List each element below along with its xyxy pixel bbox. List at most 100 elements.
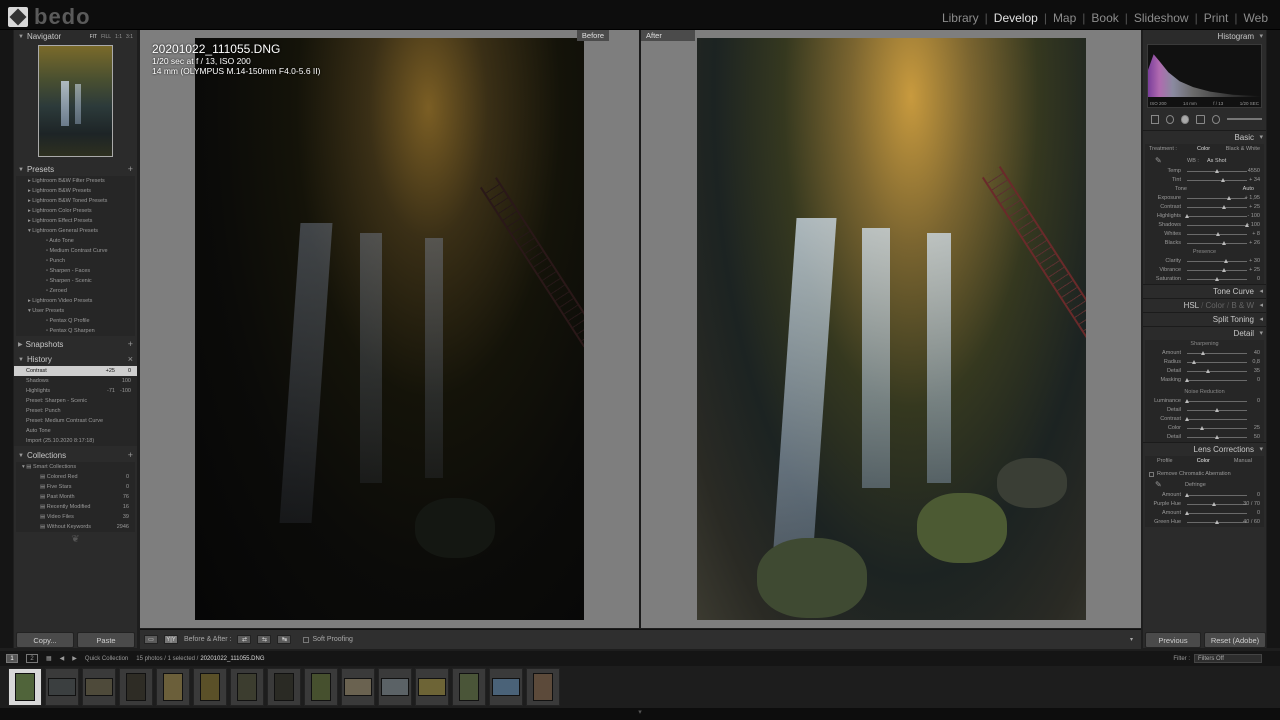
preset-item[interactable]: ▫ Medium Contrast Curve <box>16 246 135 256</box>
collection-item[interactable]: ▤ Recently Modified 16 <box>16 502 135 512</box>
slider-knob[interactable] <box>1226 196 1231 200</box>
slider-track[interactable] <box>1187 513 1247 514</box>
slider-knob[interactable] <box>1214 169 1219 173</box>
slider-value[interactable]: + 1,95 <box>1245 194 1260 203</box>
slider-value[interactable]: 4550 <box>1248 167 1260 176</box>
slider-track[interactable] <box>1187 198 1247 199</box>
slider-knob[interactable] <box>1223 259 1228 263</box>
after-pane[interactable]: After <box>641 30 1141 628</box>
module-book[interactable]: Book <box>1085 11 1124 25</box>
module-slideshow[interactable]: Slideshow <box>1128 11 1195 25</box>
after-photo[interactable] <box>697 38 1086 620</box>
history-step[interactable]: Preset: Medium Contrast Curve <box>14 416 137 426</box>
slider-track[interactable] <box>1187 419 1247 420</box>
collection-item[interactable]: ▤ Video Files 39 <box>16 512 135 522</box>
slider-value[interactable]: 0 <box>1257 275 1260 284</box>
crop-tool-icon[interactable] <box>1151 114 1160 124</box>
slider-track[interactable] <box>1187 207 1247 208</box>
filter-dropdown[interactable]: Filters Off <box>1194 654 1262 663</box>
hsl-bw-tab[interactable]: B & W <box>1231 301 1254 310</box>
preset-item[interactable]: ▸ Lightroom B&W Filter Presets <box>16 176 135 186</box>
swap-before-after-icon[interactable]: ↹ <box>277 635 292 644</box>
preset-item[interactable]: ▫ Pentax Q Sharpen <box>16 326 135 336</box>
before-photo[interactable] <box>195 38 584 620</box>
slider-knob[interactable] <box>1200 351 1205 355</box>
slider-knob[interactable] <box>1221 205 1226 209</box>
slider-track[interactable] <box>1187 270 1247 271</box>
history-step[interactable]: Auto Tone <box>14 426 137 436</box>
slider-knob[interactable] <box>1214 435 1219 439</box>
module-web[interactable]: Web <box>1238 11 1274 25</box>
slider-knob[interactable] <box>1184 378 1189 382</box>
source-label[interactable]: Quick Collection <box>85 656 128 662</box>
slider-track[interactable] <box>1187 225 1247 226</box>
histogram[interactable]: ISO 200 14 mm f / 13 1/20 SEC <box>1147 44 1262 108</box>
wb-value[interactable]: As Shot <box>1207 155 1226 167</box>
slider-value[interactable]: 0 <box>1257 509 1260 518</box>
slider-knob[interactable] <box>1199 426 1204 430</box>
slider-knob[interactable] <box>1222 241 1227 245</box>
split-toning-header[interactable]: Split Toning <box>1143 312 1266 327</box>
filmstrip-thumbnail[interactable] <box>415 668 449 706</box>
loupe-view-icon[interactable]: ▭ <box>144 635 158 644</box>
defringe-eyedropper-icon[interactable]: ✎ <box>1155 479 1162 491</box>
paste-button[interactable]: Paste <box>77 632 135 648</box>
add-preset-icon[interactable]: + <box>128 164 133 174</box>
add-snapshot-icon[interactable]: + <box>128 339 133 349</box>
preset-item[interactable]: ▸ Lightroom B&W Presets <box>16 186 135 196</box>
forward-arrow-icon[interactable]: ▶ <box>72 655 77 662</box>
presets-header[interactable]: ▼ Presets + <box>14 163 137 176</box>
history-step[interactable]: Preset: Punch <box>14 406 137 416</box>
window-2-button[interactable]: 2 <box>26 654 38 663</box>
tone-auto-button[interactable]: Auto <box>1243 185 1254 194</box>
slider-track[interactable] <box>1187 504 1247 505</box>
slider-value[interactable]: 0 <box>1257 397 1260 406</box>
copy-after-to-before-icon[interactable]: ⇆ <box>257 635 272 644</box>
slider-value[interactable]: 0 <box>1257 491 1260 500</box>
history-step[interactable]: Highlights -71 -100 <box>14 386 137 396</box>
slider-knob[interactable] <box>1184 399 1189 403</box>
soft-proofing-toggle[interactable]: Soft Proofing <box>303 636 353 643</box>
navigator-header[interactable]: ▼ Navigator FIT FILL 1:1 3:1 <box>14 30 137 43</box>
slider-knob[interactable] <box>1184 493 1189 497</box>
reset-button[interactable]: Reset (Adobe) <box>1204 632 1266 648</box>
spot-removal-icon[interactable] <box>1166 114 1175 124</box>
slider-knob[interactable] <box>1184 417 1189 421</box>
preset-item[interactable]: ▾ Lightroom General Presets <box>16 226 135 236</box>
slider-value[interactable]: + 100 <box>1246 221 1260 230</box>
before-pane[interactable]: Before 20201022_111055.DNG 1/20 sec at f… <box>140 30 639 628</box>
module-develop[interactable]: Develop <box>988 11 1044 25</box>
basic-header[interactable]: Basic <box>1143 130 1266 145</box>
navigator-preview[interactable] <box>38 45 113 157</box>
slider-value[interactable]: + 25 <box>1249 203 1260 212</box>
add-collection-icon[interactable]: + <box>128 450 133 460</box>
filmstrip-thumbnail[interactable] <box>230 668 264 706</box>
lens-tab-color[interactable]: Color <box>1197 456 1210 467</box>
adjustment-brush-icon[interactable] <box>1226 118 1262 120</box>
module-map[interactable]: Map <box>1047 11 1082 25</box>
smart-collections-group[interactable]: ▾ ▤ Smart Collections <box>16 462 135 472</box>
selected-filename[interactable]: 20201022_111055.DNG <box>200 656 264 662</box>
slider-track[interactable] <box>1187 353 1247 354</box>
collection-item[interactable]: ▤ Past Month 76 <box>16 492 135 502</box>
hsl-header[interactable]: HSL / Color / B & W <box>1143 298 1266 313</box>
previous-button[interactable]: Previous <box>1145 632 1201 648</box>
collection-item[interactable]: ▤ Five Stars 0 <box>16 482 135 492</box>
slider-knob[interactable] <box>1211 502 1216 506</box>
clear-history-icon[interactable]: × <box>128 354 133 364</box>
preset-item[interactable]: ▸ Lightroom Color Presets <box>16 206 135 216</box>
tone-curve-header[interactable]: Tone Curve <box>1143 284 1266 299</box>
history-step[interactable]: Import (25.10.2020 8:17:18) <box>14 436 137 446</box>
slider-knob[interactable] <box>1220 178 1225 182</box>
back-arrow-icon[interactable]: ◀ <box>60 655 65 662</box>
red-eye-icon[interactable] <box>1181 114 1190 124</box>
slider-track[interactable] <box>1187 380 1247 381</box>
slider-value[interactable]: 40 / 60 <box>1243 518 1260 527</box>
history-step[interactable]: Contrast +25 0 <box>14 366 137 376</box>
collection-item[interactable]: ▤ Without Keywords 2946 <box>16 522 135 532</box>
preset-item[interactable]: ▸ Lightroom Video Presets <box>16 296 135 306</box>
filmstrip-thumbnail[interactable] <box>193 668 227 706</box>
slider-knob[interactable] <box>1184 214 1189 218</box>
preset-item[interactable]: ▫ Sharpen - Faces <box>16 266 135 276</box>
grid-view-icon[interactable]: ▦ <box>46 655 52 662</box>
